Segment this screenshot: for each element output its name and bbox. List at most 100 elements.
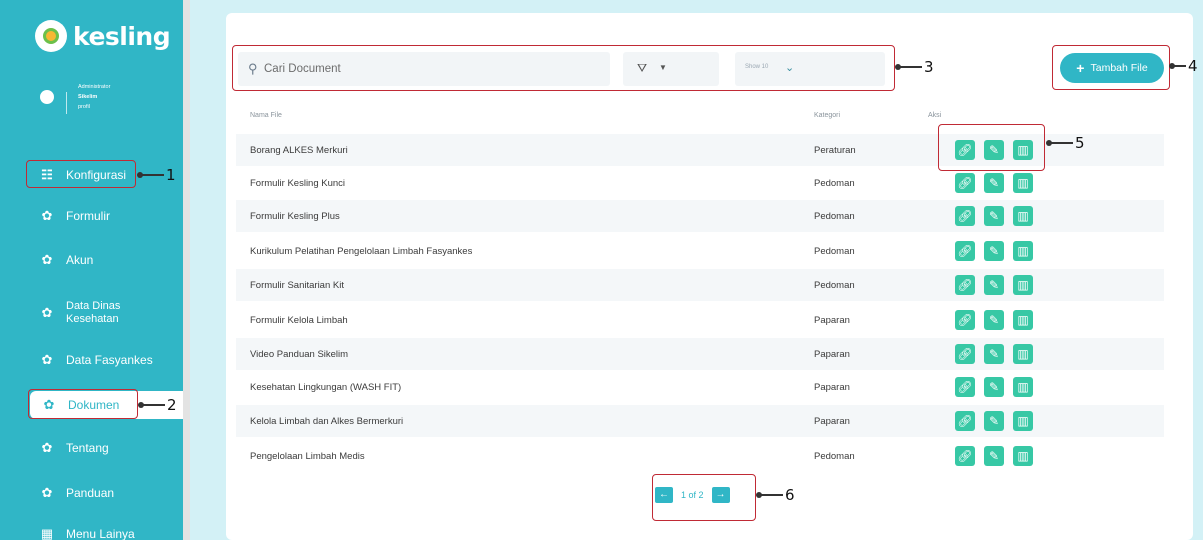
gear-icon: ✿ (41, 440, 53, 455)
file-category: Paparan (814, 349, 850, 360)
edit-icon[interactable]: ✎ (984, 241, 1004, 261)
file-category: Peraturan (814, 145, 856, 156)
logo-icon (35, 20, 67, 52)
sidebar-item-akun[interactable]: ✿ Akun (0, 246, 183, 274)
file-name: Video Panduan Sikelim (250, 349, 349, 360)
file-name: Kelola Limbah dan Alkes Bermerkuri (250, 416, 404, 427)
link-icon[interactable]: 🔗︎ (955, 411, 975, 431)
table-row: Formulir Kesling Plus Pedoman 🔗︎ ✎ ▥ (236, 200, 1164, 232)
edit-icon[interactable]: ✎ (984, 173, 1004, 193)
trash-icon[interactable]: ▥ (1013, 411, 1033, 431)
callout-number: 5 (1075, 134, 1085, 152)
app-window: kesling Administrator Sikelim profil ☷ K… (0, 0, 1203, 540)
sidebar-item-label: Formulir (66, 209, 110, 223)
file-category: Pedoman (814, 280, 855, 291)
highlight-outline-4 (1052, 45, 1170, 90)
trash-icon[interactable]: ▥ (1013, 344, 1033, 364)
callout-line (895, 64, 922, 69)
profile-name: Sikelim (78, 94, 98, 100)
file-name: Formulir Kelola Limbah (250, 315, 348, 326)
edit-icon[interactable]: ✎ (984, 344, 1004, 364)
table-row: Kesehatan Lingkungan (WASH FIT) Paparan … (236, 371, 1164, 403)
callout-line (756, 492, 783, 497)
table-row: Video Panduan Sikelim Paparan 🔗︎ ✎ ▥ (236, 338, 1164, 370)
sidebar-scrollbar[interactable] (183, 0, 190, 540)
sidebar-item-tentang[interactable]: ✿ Tentang (0, 434, 183, 462)
file-category: Pedoman (814, 451, 855, 462)
link-icon[interactable]: 🔗︎ (955, 173, 975, 193)
callout-1: 1 (137, 166, 176, 184)
link-icon[interactable]: 🔗︎ (955, 344, 975, 364)
table-row: Pengelolaan Limbah Medis Pedoman 🔗︎ ✎ ▥ (236, 440, 1164, 472)
file-category: Paparan (814, 315, 850, 326)
callout-number: 3 (924, 58, 934, 76)
callout-3: 3 (895, 58, 934, 76)
divider (66, 92, 67, 114)
callout-number: 6 (785, 486, 795, 504)
table-row: Formulir Kesling Kunci Pedoman 🔗︎ ✎ ▥ (236, 167, 1164, 199)
column-header-action: Aksi (928, 112, 942, 119)
file-category: Pedoman (814, 246, 855, 257)
profile-link[interactable]: profil (78, 104, 110, 111)
sidebar-item-label: Akun (66, 253, 94, 267)
table-row: Kelola Limbah dan Alkes Bermerkuri Papar… (236, 405, 1164, 437)
trash-icon[interactable]: ▥ (1013, 241, 1033, 261)
grid-icon: ▦ (40, 526, 54, 540)
link-icon[interactable]: 🔗︎ (955, 446, 975, 466)
sidebar-item-menu-lainya[interactable]: ▦ Menu Lainya (0, 520, 183, 540)
gear-icon: ✿ (41, 305, 53, 320)
table-row: Formulir Sanitarian Kit Pedoman 🔗︎ ✎ ▥ (236, 269, 1164, 301)
file-name: Formulir Kesling Kunci (250, 178, 346, 189)
file-name: Pengelolaan Limbah Medis (250, 451, 365, 462)
file-name: Formulir Sanitarian Kit (250, 280, 344, 291)
sidebar-item-label: Data Fasyankes (66, 353, 153, 367)
trash-icon[interactable]: ▥ (1013, 377, 1033, 397)
edit-icon[interactable]: ✎ (984, 411, 1004, 431)
gear-icon: ✿ (41, 485, 53, 500)
edit-icon[interactable]: ✎ (984, 446, 1004, 466)
file-name: Kesehatan Lingkungan (WASH FIT) (250, 382, 402, 393)
trash-icon[interactable]: ▥ (1013, 206, 1033, 226)
trash-icon[interactable]: ▥ (1013, 310, 1033, 330)
trash-icon[interactable]: ▥ (1013, 446, 1033, 466)
edit-icon[interactable]: ✎ (984, 377, 1004, 397)
gear-icon: ✿ (41, 252, 53, 267)
file-name: Borang ALKES Merkuri (250, 145, 348, 156)
logo-text: kesling (73, 21, 171, 51)
highlight-outline-2 (28, 389, 138, 419)
highlight-outline-3 (232, 45, 895, 91)
file-name: Formulir Kesling Plus (250, 211, 340, 222)
sidebar-item-data-fasyankes[interactable]: ✿ Data Fasyankes (0, 346, 183, 374)
gear-icon: ✿ (41, 352, 53, 367)
link-icon[interactable]: 🔗︎ (955, 275, 975, 295)
sidebar-item-panduan[interactable]: ✿ Panduan (0, 479, 183, 507)
avatar (40, 90, 54, 104)
edit-icon[interactable]: ✎ (984, 206, 1004, 226)
logo[interactable]: kesling (35, 20, 171, 52)
link-icon[interactable]: 🔗︎ (955, 241, 975, 261)
callout-line (1046, 140, 1073, 145)
callout-line (138, 402, 165, 407)
trash-icon[interactable]: ▥ (1013, 173, 1033, 193)
profile-block[interactable]: Administrator Sikelim profil (40, 84, 150, 120)
callout-number: 4 (1188, 57, 1198, 75)
sidebar-item-formulir[interactable]: ✿ Formulir (0, 202, 183, 230)
callout-line (137, 172, 164, 177)
table-row: Formulir Kelola Limbah Paparan 🔗︎ ✎ ▥ (236, 304, 1164, 336)
sidebar: kesling Administrator Sikelim profil ☷ K… (0, 0, 183, 540)
callout-number: 2 (167, 396, 177, 414)
gear-icon: ✿ (41, 208, 53, 223)
callout-4: 4 (1169, 57, 1198, 75)
link-icon[interactable]: 🔗︎ (955, 310, 975, 330)
link-icon[interactable]: 🔗︎ (955, 377, 975, 397)
sidebar-item-data-dinas-kesehatan[interactable]: ✿ Data Dinas Kesehatan (0, 299, 183, 327)
link-icon[interactable]: 🔗︎ (955, 206, 975, 226)
sidebar-item-label: Tentang (66, 441, 109, 455)
edit-icon[interactable]: ✎ (984, 275, 1004, 295)
edit-icon[interactable]: ✎ (984, 310, 1004, 330)
callout-6: 6 (756, 486, 795, 504)
sidebar-item-label: Panduan (66, 486, 115, 500)
trash-icon[interactable]: ▥ (1013, 275, 1033, 295)
sidebar-item-label: Menu Lainya (66, 527, 135, 540)
callout-2: 2 (138, 396, 177, 414)
